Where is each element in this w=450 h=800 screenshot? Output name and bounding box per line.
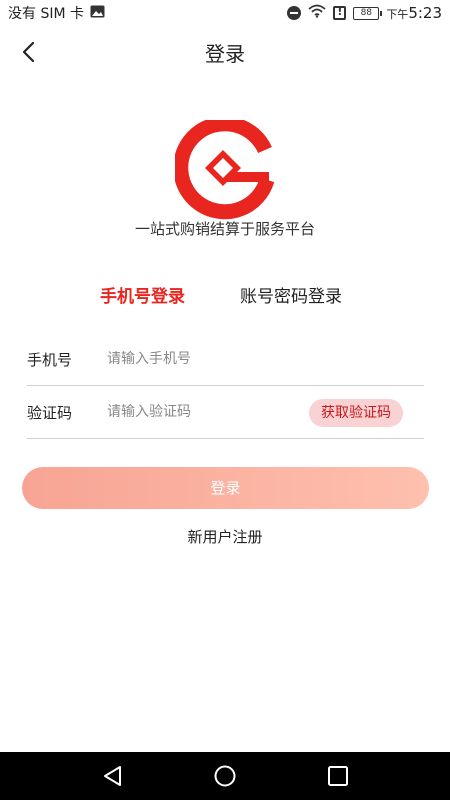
get-code-button[interactable]: 获取验证码: [309, 399, 403, 427]
header: 登录: [0, 26, 450, 78]
code-row: 验证码 获取验证码: [27, 386, 424, 439]
brand-logo: [173, 116, 275, 220]
tab-account-login[interactable]: 账号密码登录: [240, 282, 342, 307]
nav-home-icon[interactable]: [213, 764, 237, 788]
slogan: 一站式购销结算于服务平台: [134, 220, 315, 238]
image-icon: [90, 5, 105, 22]
register-link[interactable]: 新用户注册: [0, 526, 450, 547]
nav-recents-icon[interactable]: [326, 764, 350, 788]
do-not-disturb-icon: [287, 6, 302, 20]
tab-phone-login[interactable]: 手机号登录: [100, 282, 185, 307]
alert-icon: [333, 5, 347, 20]
code-label: 验证码: [27, 403, 73, 422]
status-bar: 没有 SIM 卡 88 下午5:23: [0, 0, 450, 26]
battery-icon: 88: [353, 6, 383, 20]
clock: 5:23: [408, 4, 442, 22]
status-right: 88 下午5:23: [287, 4, 442, 22]
code-input[interactable]: [107, 404, 297, 420]
carrier-text: 没有 SIM 卡: [8, 6, 84, 22]
login-button[interactable]: 登录: [22, 467, 429, 509]
page-title: 登录: [205, 41, 245, 66]
phone-input[interactable]: [107, 351, 424, 367]
time-prefix: 下午: [386, 8, 409, 21]
phone-label: 手机号: [27, 350, 73, 369]
navigation-bar: [0, 752, 450, 800]
nav-back-icon[interactable]: [101, 764, 125, 788]
back-button[interactable]: [14, 38, 42, 66]
phone-row: 手机号: [27, 333, 424, 386]
status-left: 没有 SIM 卡: [8, 3, 105, 23]
chevron-left-icon: [22, 41, 35, 63]
wifi-icon: [308, 4, 326, 22]
